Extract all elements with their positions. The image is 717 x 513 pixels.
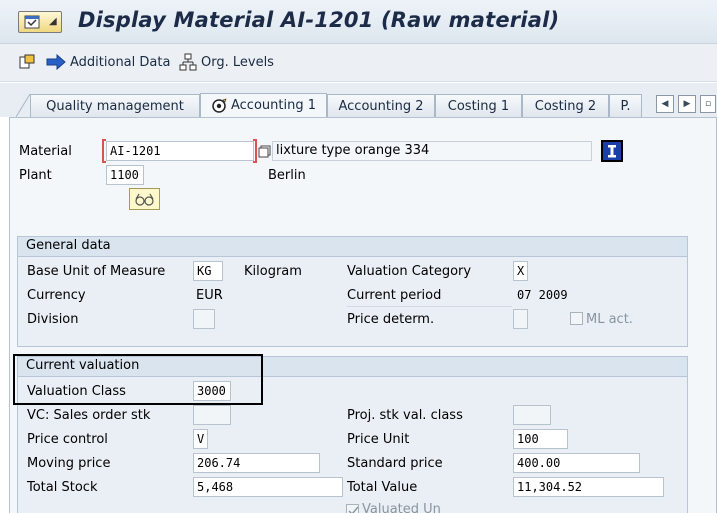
org-levels-button[interactable]: Org. Levels (179, 52, 274, 72)
price-determ-label: Price determ. (347, 312, 435, 327)
proj-stk-val-class-label: Proj. stk val. class (347, 408, 463, 423)
moving-price-label: Moving price (27, 456, 111, 471)
valuation-category-field[interactable]: X (513, 261, 528, 281)
base-uom-text: Kilogram (244, 264, 302, 279)
info-icon[interactable] (601, 140, 623, 162)
price-determ-field[interactable] (513, 309, 528, 329)
division-label: Division (27, 312, 79, 327)
display-change-button[interactable] (18, 52, 36, 72)
current-period-value: 07 2009 (517, 288, 568, 302)
tab-costing-1[interactable]: Costing 1 (435, 94, 522, 117)
plant-label: Plant (19, 168, 52, 183)
total-value-label: Total Value (347, 480, 418, 495)
required-marker-right (253, 139, 257, 163)
application-toolbar: Additional Data Org. Levels (0, 44, 717, 82)
tab-costing-2[interactable]: Costing 2 (522, 94, 609, 117)
copy-icon[interactable] (258, 145, 271, 158)
tab-accounting-1[interactable]: Accounting 1 (200, 93, 327, 117)
standard-price-field[interactable]: 400.00 (513, 453, 640, 473)
dropdown-icon: ◢ (49, 16, 57, 27)
valuated-un-label: Valuated Un (362, 503, 441, 513)
valuation-category-label: Valuation Category (347, 264, 472, 279)
vc-sales-order-stk-field[interactable] (193, 405, 231, 425)
general-data-title: General data (18, 237, 687, 257)
material-label: Material (19, 144, 72, 159)
tab-list-icon[interactable]: ▫ (700, 95, 716, 113)
menu-icon[interactable]: ◢ (18, 11, 62, 33)
arrow-right-icon (46, 54, 66, 70)
total-stock-label: Total Stock (27, 480, 98, 495)
currency-label: Currency (27, 288, 86, 303)
tab-strip: Quality management Accounting 1 Accounti… (0, 83, 717, 118)
price-unit-label: Price Unit (347, 432, 410, 447)
row-separator (347, 306, 512, 307)
vc-sales-order-stk-label: VC: Sales order stk (27, 408, 151, 423)
tab-more[interactable]: P. (609, 94, 642, 117)
tab-active-icon (211, 98, 227, 114)
page-title: Display Material AI-1201 (Raw material) (78, 8, 560, 32)
title-bar: ◢ Display Material AI-1201 (Raw material… (0, 0, 717, 44)
tab-quality-management[interactable]: Quality management (30, 94, 200, 117)
ml-act-checkbox[interactable] (570, 312, 583, 325)
material-field[interactable]: AI-1201 (106, 141, 254, 161)
proj-stk-val-class-field[interactable] (513, 405, 551, 425)
price-control-label: Price control (27, 432, 108, 447)
moving-price-field[interactable]: 206.74 (193, 453, 320, 473)
plant-field[interactable]: 1100 (106, 165, 144, 185)
tab-accounting-2[interactable]: Accounting 2 (327, 94, 435, 117)
plant-name: Berlin (268, 168, 306, 183)
price-unit-field[interactable]: 100 (513, 429, 568, 449)
currency-value: EUR (196, 288, 223, 303)
org-levels-label: Org. Levels (201, 54, 274, 70)
ml-act-label: ML act. (586, 312, 633, 327)
total-value-field[interactable]: 11,304.52 (513, 477, 664, 497)
display-change-icon (19, 54, 35, 69)
base-uom-label: Base Unit of Measure (27, 264, 166, 279)
valuation-class-label: Valuation Class (27, 384, 126, 399)
base-uom-field[interactable]: KG (193, 261, 223, 281)
standard-price-label: Standard price (347, 456, 443, 471)
division-field[interactable] (193, 309, 215, 329)
window-icon (24, 15, 40, 29)
total-stock-field[interactable]: 5,468 (193, 477, 343, 497)
valuation-class-field[interactable]: 3000 (193, 381, 231, 401)
additional-data-label: Additional Data (70, 54, 171, 70)
tab-scroll-left-icon[interactable]: ◀ (656, 95, 674, 113)
additional-data-button[interactable]: Additional Data (46, 52, 170, 72)
material-description-field: lixture type orange 334 (272, 141, 592, 161)
tab-scroll-right-icon[interactable]: ▶ (678, 95, 696, 113)
tab-strip-edge (15, 93, 31, 118)
price-control-field[interactable]: V (193, 429, 208, 449)
glasses-icon[interactable] (129, 188, 160, 210)
org-levels-icon (179, 53, 197, 71)
current-period-label: Current period (347, 288, 442, 303)
valuated-un-checkbox[interactable] (346, 504, 359, 513)
